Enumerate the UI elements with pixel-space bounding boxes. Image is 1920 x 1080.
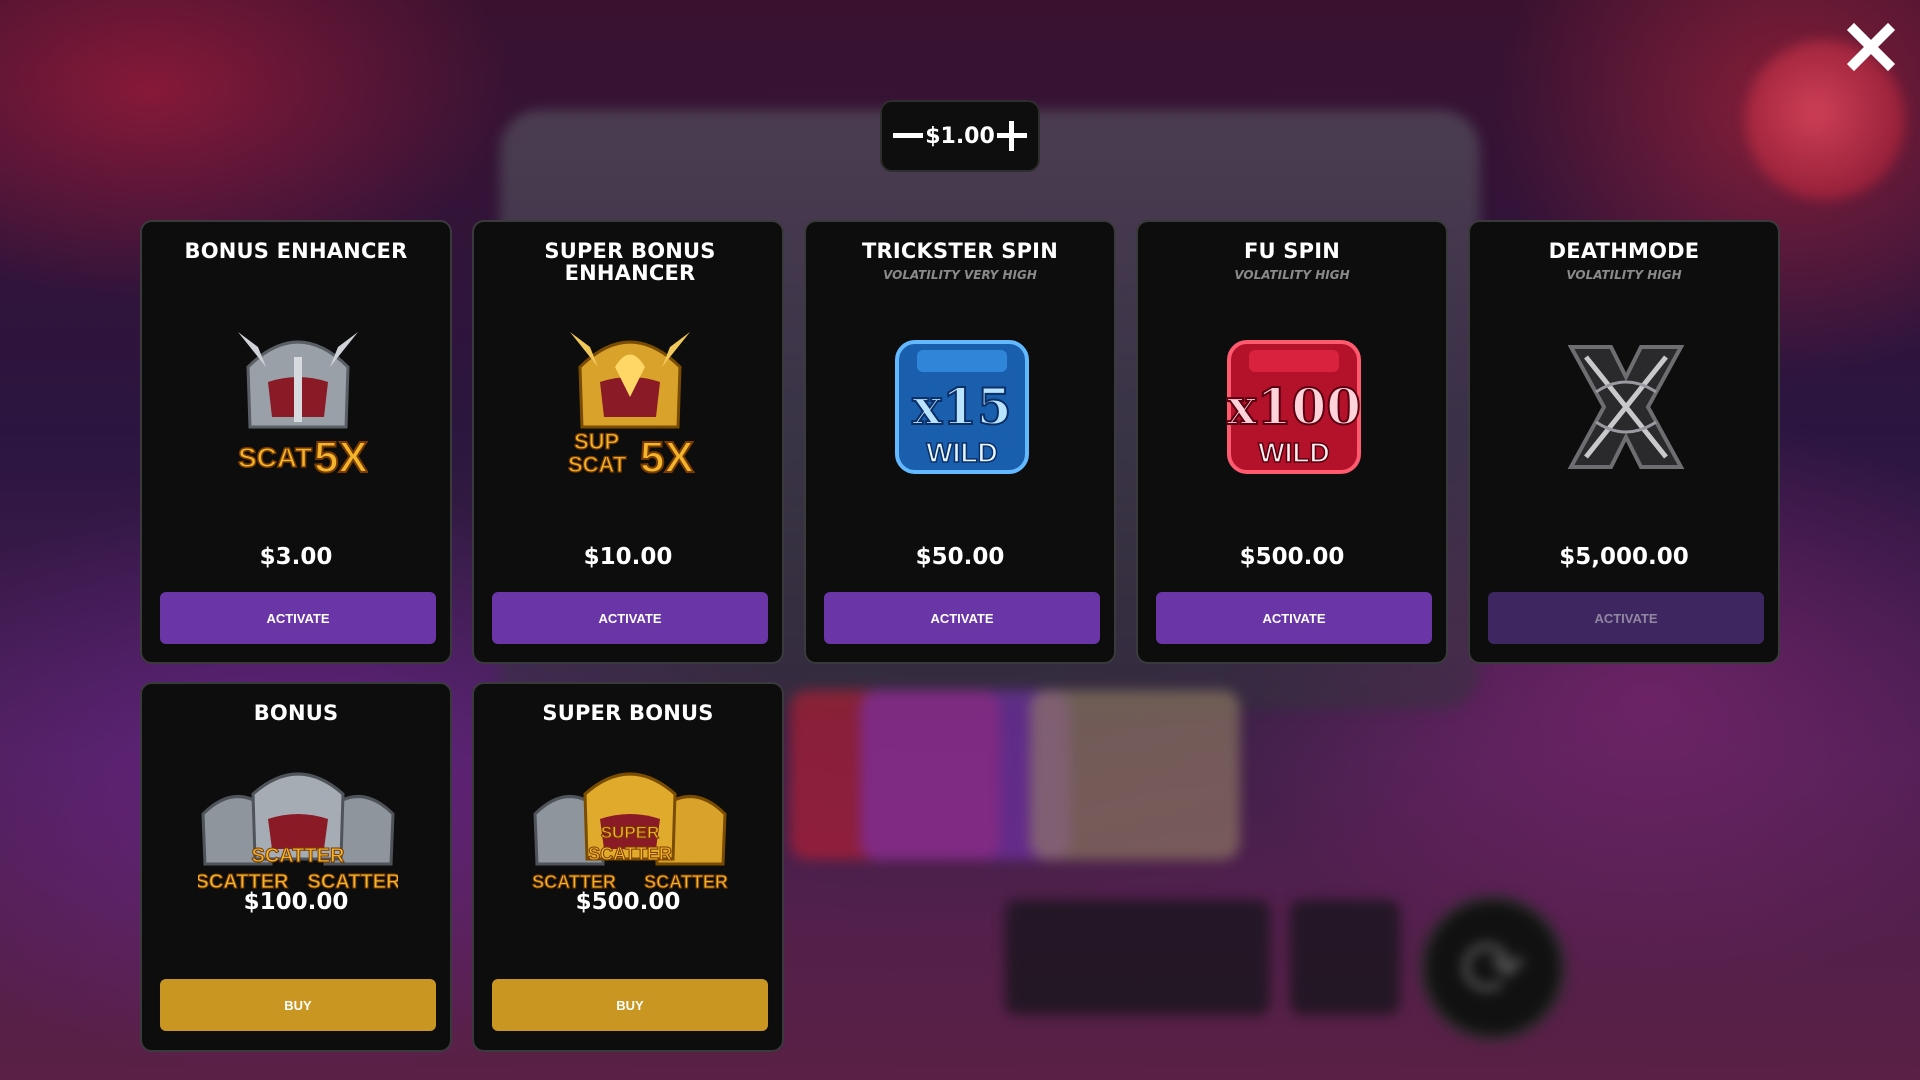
super-scatter-5x-helmet-icon: SUP SCAT 5X bbox=[530, 317, 730, 497]
background-autoplay-panel bbox=[1290, 900, 1400, 1015]
card-price: $10.00 bbox=[583, 544, 673, 570]
card-title: BONUS bbox=[253, 701, 339, 725]
activate-button[interactable]: ACTIVATE bbox=[160, 592, 436, 644]
scatter-5x-helmet-icon: SCAT 5X bbox=[198, 317, 398, 497]
buy-button[interactable]: BUY bbox=[492, 979, 768, 1031]
bet-selector: $1.00 bbox=[880, 100, 1040, 172]
svg-text:WILD: WILD bbox=[926, 437, 998, 468]
background-symbol bbox=[1030, 690, 1240, 860]
svg-text:SUP: SUP bbox=[574, 429, 619, 454]
card-title: SUPER BONUS bbox=[542, 701, 714, 725]
svg-text:5X: 5X bbox=[314, 433, 368, 482]
buy-card-bonus: BONUS SCATTER SCATTER SCATTER $100.00 BU… bbox=[140, 682, 452, 1052]
card-volatility: VOLATILITY HIGH bbox=[1234, 268, 1350, 282]
card-price: $100.00 bbox=[243, 889, 349, 915]
card-title: SUPER BONUS ENHANCER bbox=[544, 239, 716, 285]
x15-wild-icon: x15 WILD bbox=[862, 317, 1062, 497]
card-volatility: VOLATILITY VERY HIGH bbox=[883, 268, 1037, 282]
background-symbol bbox=[790, 690, 1000, 860]
card-title: BONUS ENHANCER bbox=[184, 239, 408, 263]
feature-card-bonus-enhancer: BONUS ENHANCER SCAT 5X $3.00 ACTIVATE bbox=[140, 220, 452, 664]
bet-decrease-button[interactable] bbox=[890, 118, 925, 154]
card-title: TRICKSTER SPIN bbox=[862, 239, 1058, 263]
buy-button[interactable]: BUY bbox=[160, 979, 436, 1031]
close-button[interactable] bbox=[1846, 22, 1896, 72]
feature-card-deathmode: DEATHMODE VOLATILITY HIGH $5,000.00 ACTI… bbox=[1468, 220, 1780, 664]
card-price: $5,000.00 bbox=[1559, 544, 1689, 570]
x100-wild-icon: x100 WILD bbox=[1194, 317, 1394, 497]
feature-card-super-bonus-enhancer: SUPER BONUS ENHANCER SUP SCAT 5X $10.00 … bbox=[472, 220, 784, 664]
card-title: DEATHMODE bbox=[1548, 239, 1700, 263]
svg-text:SCATTER: SCATTER bbox=[588, 844, 672, 864]
card-price: $500.00 bbox=[575, 889, 681, 915]
bet-value: $1.00 bbox=[925, 123, 995, 149]
card-price: $3.00 bbox=[259, 544, 333, 570]
background-bet-panel bbox=[1005, 900, 1270, 1015]
card-price: $500.00 bbox=[1239, 544, 1345, 570]
svg-text:SUPER: SUPER bbox=[601, 823, 660, 842]
card-volatility: VOLATILITY HIGH bbox=[1566, 268, 1682, 282]
activate-button[interactable]: ACTIVATE bbox=[824, 592, 1100, 644]
svg-text:x15: x15 bbox=[912, 377, 1011, 436]
minus-icon bbox=[892, 133, 923, 138]
activate-button[interactable]: ACTIVATE bbox=[1156, 592, 1432, 644]
close-x-icon bbox=[1846, 22, 1896, 72]
plus-icon bbox=[997, 121, 1028, 151]
svg-text:SCAT: SCAT bbox=[238, 442, 312, 473]
feature-card-fu-spin: FU SPIN VOLATILITY HIGH x100 WILD $500.0… bbox=[1136, 220, 1448, 664]
svg-text:5X: 5X bbox=[640, 433, 694, 482]
card-price: $50.00 bbox=[915, 544, 1005, 570]
activate-button[interactable]: ACTIVATE bbox=[492, 592, 768, 644]
svg-text:WILD: WILD bbox=[1258, 437, 1330, 468]
svg-text:x100: x100 bbox=[1227, 377, 1361, 436]
feature-card-trickster-spin: TRICKSTER SPIN VOLATILITY VERY HIGH x15 … bbox=[804, 220, 1116, 664]
activate-button-disabled[interactable]: ACTIVATE bbox=[1488, 592, 1764, 644]
svg-text:SCATTER: SCATTER bbox=[252, 845, 346, 867]
buy-card-super-bonus: SUPER BONUS SUPER SCATTER SCATTER SCATTE… bbox=[472, 682, 784, 1052]
card-title: FU SPIN bbox=[1243, 239, 1340, 263]
celtic-knot-x-icon bbox=[1526, 317, 1726, 497]
bet-increase-button[interactable] bbox=[995, 118, 1030, 154]
background-spin-button: ⟳ bbox=[1420, 895, 1566, 1041]
svg-text:SCAT: SCAT bbox=[568, 452, 627, 477]
background-symbol bbox=[860, 690, 1070, 860]
